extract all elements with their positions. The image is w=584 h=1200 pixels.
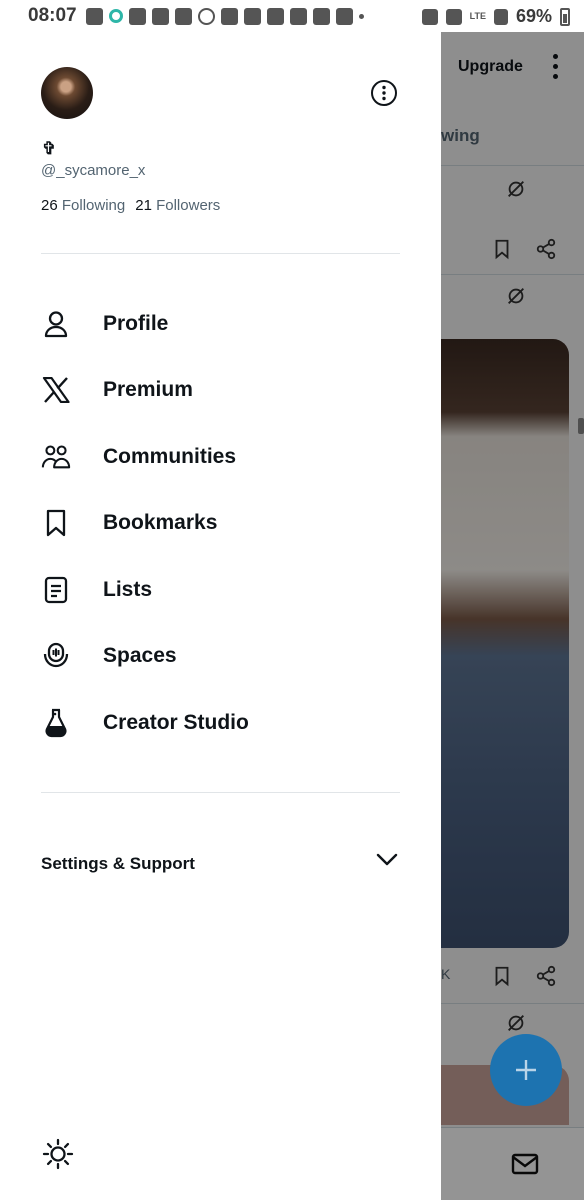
x-logo-icon xyxy=(41,375,71,405)
menu-item-communities[interactable]: Communities xyxy=(41,432,421,482)
chevron-down-icon xyxy=(376,853,398,866)
person-icon xyxy=(41,309,71,339)
signal-icon xyxy=(493,8,508,25)
notification-icons xyxy=(86,7,364,25)
lock-icon xyxy=(445,8,462,25)
gmail-icon xyxy=(290,7,307,25)
menu-label: Lists xyxy=(103,578,153,601)
facebook-icon xyxy=(336,7,353,25)
communities-icon xyxy=(41,442,71,472)
network-type: LTE xyxy=(469,11,486,21)
battery-percent: 69% xyxy=(515,6,552,26)
divider xyxy=(41,792,400,793)
menu-label: Communities xyxy=(103,445,237,468)
menu-item-premium[interactable]: Premium xyxy=(41,365,421,415)
message-icon xyxy=(244,7,261,25)
sun-icon[interactable] xyxy=(42,1138,74,1170)
menu-item-lists[interactable]: Lists xyxy=(41,565,421,615)
gmail-icon xyxy=(313,7,330,25)
menu-item-creator-studio[interactable]: Creator Studio xyxy=(41,698,421,748)
spaces-icon xyxy=(41,641,71,671)
settings-support-toggle[interactable]: Settings & Support xyxy=(41,845,400,883)
sync-icon xyxy=(109,9,123,23)
tiktok-icon xyxy=(129,7,146,25)
snapchat-icon xyxy=(175,7,192,25)
status-time: 08:07 xyxy=(28,5,77,26)
avatar[interactable] xyxy=(41,67,93,119)
menu-label: Premium xyxy=(103,378,193,401)
list-icon xyxy=(41,575,71,605)
heart-icon xyxy=(221,7,238,25)
menu-label: Profile xyxy=(103,312,169,335)
compose-button[interactable] xyxy=(490,1034,562,1106)
flask-icon xyxy=(41,708,71,738)
menu-label: Spaces xyxy=(103,644,177,667)
user-handle: @_sycamore_x xyxy=(41,162,146,179)
navigation-drawer: ✞ @_sycamore_x 26 Following 21 Followers … xyxy=(0,32,441,1200)
menu-item-bookmarks[interactable]: Bookmarks xyxy=(41,498,421,548)
followers-link[interactable]: 21 Followers xyxy=(135,197,220,214)
alarm-icon xyxy=(421,8,438,25)
menu-label: Bookmarks xyxy=(103,511,218,534)
instagram-icon xyxy=(152,7,169,25)
divider xyxy=(41,253,400,254)
menu-label: Creator Studio xyxy=(103,711,249,734)
system-icons: LTE 69% xyxy=(421,6,570,27)
message-icon xyxy=(267,7,284,25)
menu-item-spaces[interactable]: Spaces xyxy=(41,631,421,681)
followers-label: Followers xyxy=(156,197,221,214)
following-label: Following xyxy=(61,197,126,214)
followers-count: 21 xyxy=(135,197,152,214)
telegram-icon xyxy=(86,7,103,25)
following-link[interactable]: 26 Following xyxy=(41,197,125,214)
menu-item-profile[interactable]: Profile xyxy=(41,299,421,349)
battery-icon xyxy=(560,7,570,26)
follow-stats: 26 Following 21 Followers xyxy=(41,197,220,214)
following-count: 26 xyxy=(41,197,58,214)
bookmark-icon xyxy=(41,508,71,538)
more-options-icon[interactable] xyxy=(370,79,398,107)
whatsapp-icon xyxy=(198,7,215,25)
more-notifications-icon xyxy=(359,13,364,19)
settings-support-label: Settings & Support xyxy=(41,854,195,873)
plus-icon xyxy=(516,1060,536,1080)
status-bar: 08:07 LTE 69% xyxy=(0,0,584,32)
display-name[interactable]: ✞ xyxy=(42,139,56,159)
